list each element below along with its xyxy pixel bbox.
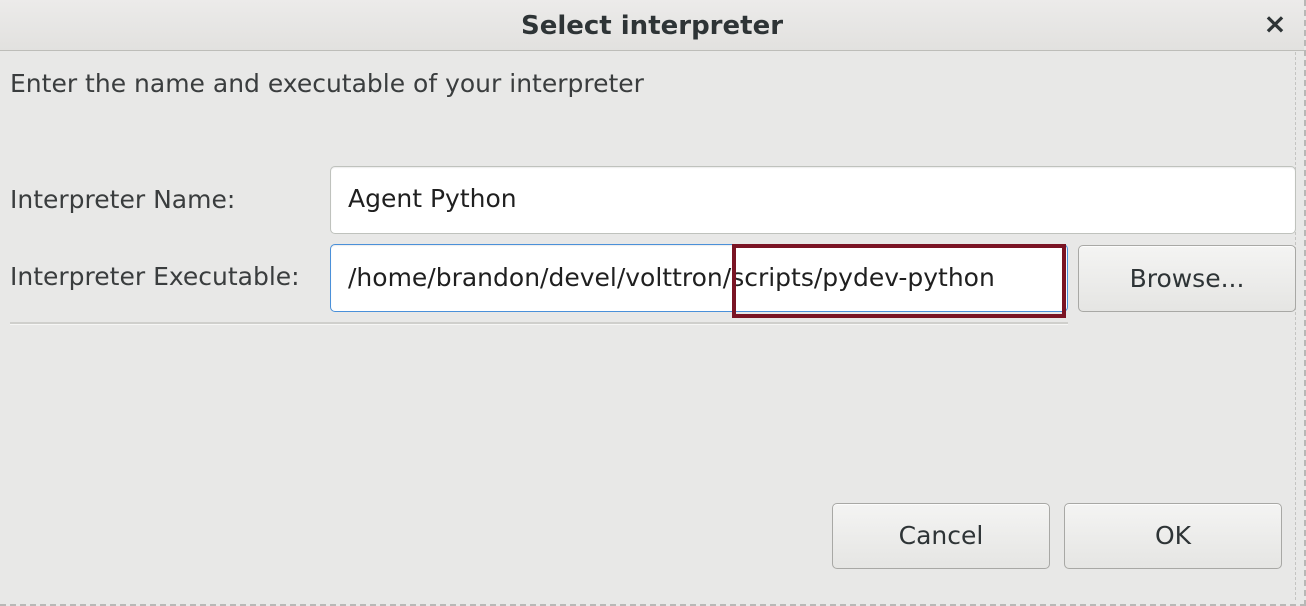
- dialog-title: Select interpreter: [520, 11, 784, 41]
- dialog-prompt: Enter the name and executable of your in…: [10, 69, 644, 98]
- interpreter-executable-input[interactable]: /home/brandon/devel/volttron/scripts/pyd…: [330, 244, 1068, 312]
- scrollbar[interactable]: [1295, 52, 1302, 600]
- separator: [10, 322, 1068, 325]
- interpreter-name-input[interactable]: Agent Python: [330, 166, 1296, 234]
- close-icon[interactable]: ×: [1260, 8, 1290, 40]
- ok-button[interactable]: OK: [1064, 503, 1282, 569]
- select-interpreter-dialog: Select interpreter × Enter the name and …: [0, 0, 1306, 606]
- interpreter-executable-label: Interpreter Executable:: [10, 262, 300, 291]
- browse-button[interactable]: Browse...: [1078, 245, 1296, 312]
- cancel-button[interactable]: Cancel: [832, 503, 1050, 569]
- title-bar: Select interpreter ×: [0, 0, 1304, 51]
- interpreter-name-label: Interpreter Name:: [10, 185, 236, 214]
